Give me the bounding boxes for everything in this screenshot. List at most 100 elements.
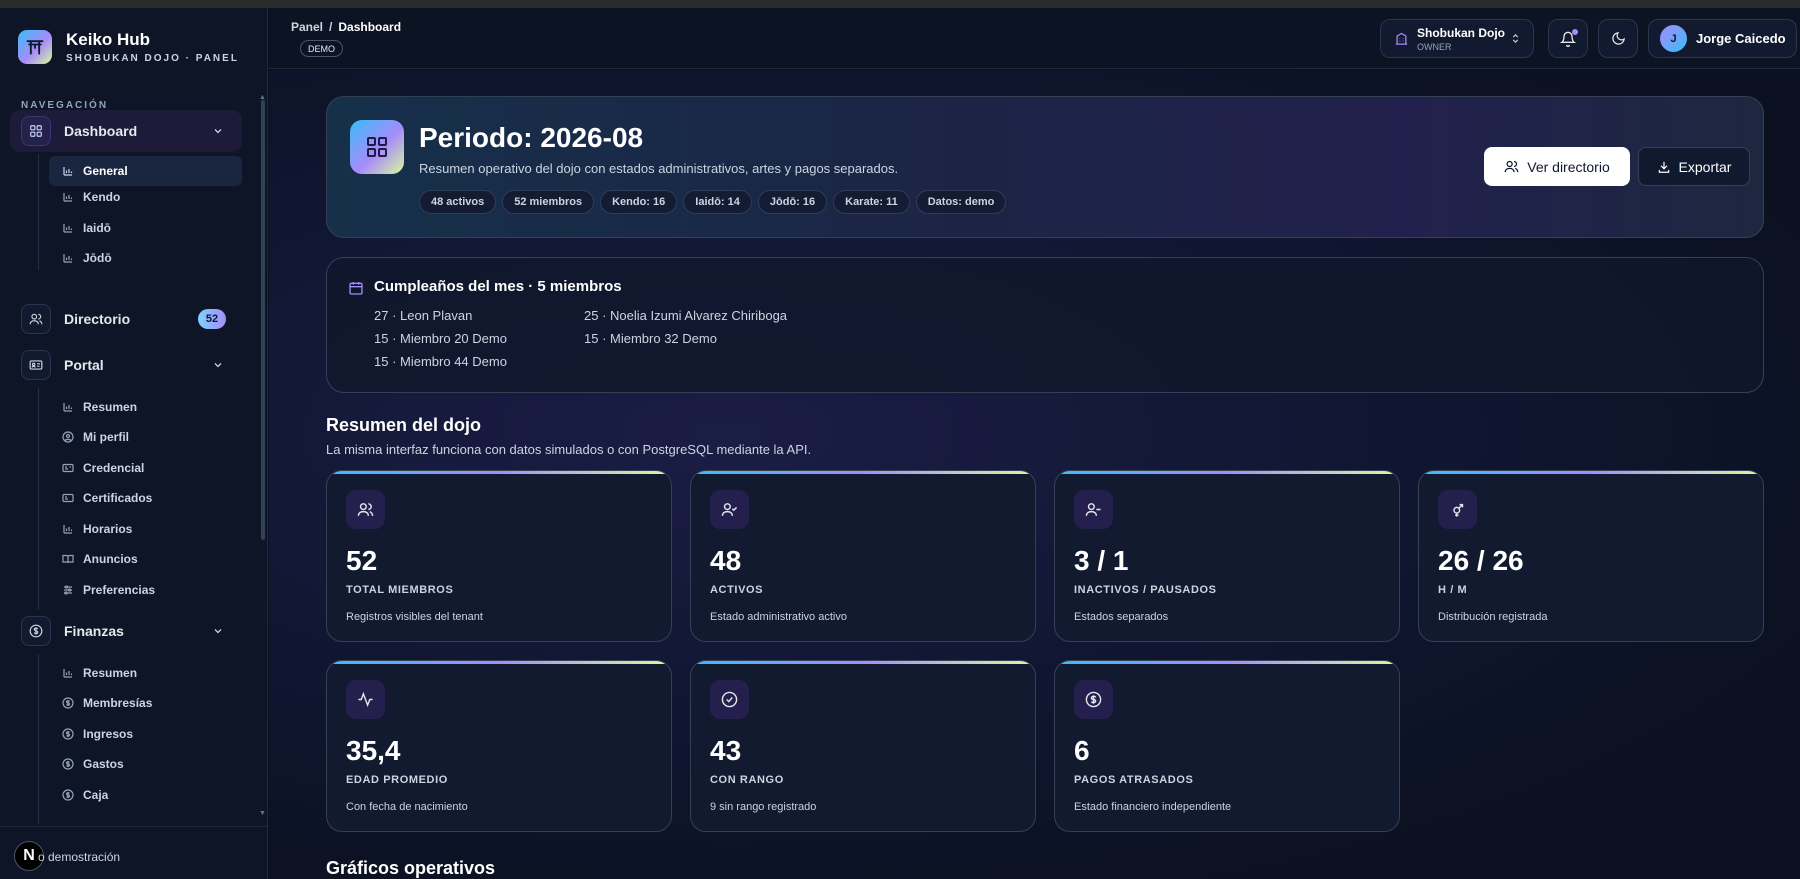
sidebar-scrollbar-thumb[interactable] — [261, 100, 265, 540]
brand[interactable]: Keiko Hub SHOBUKAN DOJO · PANEL — [18, 30, 239, 64]
chip-kendo: Kendo: 16 — [600, 190, 678, 214]
sidebar: Keiko Hub SHOBUKAN DOJO · PANEL NAVEGACI… — [0, 8, 268, 879]
view-directory-label: Ver directorio — [1527, 158, 1610, 175]
sidebar-item-caja[interactable]: Caja — [49, 780, 242, 810]
birthdays-title: Cumpleaños del mes · 5 miembros — [374, 278, 622, 295]
nav-group-label: Dashboard — [64, 123, 138, 139]
bar-chart-icon — [61, 667, 74, 680]
chevron-down-icon — [212, 125, 224, 137]
sidebar-item-membresias[interactable]: Membresías — [49, 688, 242, 718]
stat-value: 3 / 1 — [1074, 545, 1129, 576]
birthday-entry: 25 · Noelia Izumi Alvarez Chiriboga — [584, 308, 788, 323]
dollar-circle-icon — [61, 758, 74, 771]
breadcrumb-root[interactable]: Panel — [291, 20, 323, 34]
stat-value: 48 — [710, 545, 742, 576]
sidebar-item-label: Credencial — [83, 461, 145, 475]
stat-card-edad-promedio: 35,4 EDAD PROMEDIO Con fecha de nacimien… — [326, 660, 672, 832]
stat-value: 52 — [346, 545, 378, 576]
chip-iaido: Iaidō: 14 — [683, 190, 752, 214]
birthday-entry: 27 · Leon Plavan — [374, 308, 473, 323]
sidebar-item-jodo[interactable]: Jōdō — [49, 243, 242, 273]
stat-chips: 48 activos 52 miembros Kendo: 16 Iaidō: … — [419, 190, 1007, 214]
nav-group-dashboard[interactable]: Dashboard — [10, 110, 242, 152]
sidebar-item-finanzas-resumen[interactable]: Resumen — [49, 658, 242, 688]
user-circle-icon — [61, 431, 74, 444]
card-accent-bar — [327, 661, 671, 664]
sidebar-item-label: Ingresos — [83, 727, 134, 741]
sidebar-item-iaido[interactable]: Iaidō — [49, 213, 242, 243]
main-content: Periodo: 2026-08 Resumen operativo del d… — [269, 70, 1800, 879]
chevron-down-icon — [212, 625, 224, 637]
stat-label: CON RANGO — [710, 774, 784, 786]
stat-value: 6 — [1074, 735, 1090, 766]
bar-chart-icon — [61, 165, 74, 178]
bar-chart-icon — [61, 523, 74, 536]
stat-label: EDAD PROMEDIO — [346, 774, 448, 786]
theme-toggle-button[interactable] — [1598, 19, 1638, 58]
brand-subtitle: SHOBUKAN DOJO · PANEL — [66, 53, 239, 64]
sidebar-item-mi-perfil[interactable]: Mi perfil — [49, 422, 242, 452]
chip-miembros: 52 miembros — [502, 190, 595, 214]
top-header: Panel / Dashboard DEMO Shobukan Dojo OWNER… — [269, 8, 1800, 69]
sidebar-item-label: Jōdō — [83, 251, 112, 265]
torii-logo-icon — [18, 30, 52, 64]
sidebar-item-certificados[interactable]: Certificados — [49, 483, 242, 513]
page-subtitle: Resumen operativo del dojo con estados a… — [419, 161, 899, 176]
bar-chart-icon — [61, 252, 74, 265]
stat-label: ACTIVOS — [710, 584, 764, 596]
users-icon — [1504, 160, 1519, 173]
stat-card-genero: 26 / 26 H / M Distribución registrada — [1418, 470, 1764, 642]
brand-name: Keiko Hub — [66, 30, 151, 49]
scroll-down-arrow[interactable]: ▼ — [259, 810, 266, 817]
chip-datos: Datos: demo — [915, 190, 1007, 214]
sidebar-item-label: Caja — [83, 788, 109, 802]
sidebar-item-kendo[interactable]: Kendo — [49, 182, 242, 212]
stat-value: 26 / 26 — [1438, 545, 1524, 576]
stat-label: PAGOS ATRASADOS — [1074, 774, 1194, 786]
stat-note: 9 sin rango registrado — [710, 801, 817, 813]
sidebar-item-anuncios[interactable]: Anuncios — [49, 544, 242, 574]
notification-dot — [1572, 28, 1578, 35]
card-accent-bar — [1419, 471, 1763, 474]
users-icon — [21, 304, 51, 334]
breadcrumb-current: Dashboard — [338, 20, 402, 34]
nav-group-portal[interactable]: Portal — [10, 344, 242, 386]
tenant-switcher[interactable]: Shobukan Dojo OWNER — [1380, 19, 1534, 58]
sidebar-item-credencial[interactable]: Credencial — [49, 453, 242, 483]
sidebar-item-gastos[interactable]: Gastos — [49, 749, 242, 779]
sidebar-item-portal-resumen[interactable]: Resumen — [49, 392, 242, 422]
user-menu-button[interactable]: J Jorge Caicedo — [1648, 19, 1797, 58]
stat-card-total-miembros: 52 TOTAL MIEMBROS Registros visibles del… — [326, 470, 672, 642]
stat-note: Registros visibles del tenant — [346, 611, 483, 623]
notifications-button[interactable] — [1548, 19, 1588, 58]
certificate-icon — [61, 492, 74, 505]
card-accent-bar — [691, 471, 1035, 474]
id-card-icon — [21, 350, 51, 380]
nav-group-finanzas[interactable]: Finanzas — [10, 610, 242, 652]
view-directory-button[interactable]: Ver directorio — [1484, 147, 1630, 186]
sidebar-item-preferencias[interactable]: Preferencias — [49, 575, 242, 605]
stat-note: Distribución registrada — [1438, 611, 1548, 623]
charts-section-title: Gráficos operativos — [326, 858, 496, 878]
calendar-icon — [348, 280, 364, 301]
user-check-icon — [710, 490, 749, 529]
sidebar-item-ingresos[interactable]: Ingresos — [49, 719, 242, 749]
sliders-icon — [61, 584, 74, 597]
submenu-line — [38, 388, 39, 610]
stat-card-activos: 48 ACTIVOS Estado administrativo activo — [690, 470, 1036, 642]
stat-card-pagos-atrasados: 6 PAGOS ATRASADOS Estado financiero inde… — [1054, 660, 1400, 832]
stat-note: Estados separados — [1074, 611, 1169, 623]
chevron-up-down-icon — [1510, 33, 1521, 44]
sidebar-item-label: Membresías — [83, 696, 153, 710]
sidebar-item-horarios[interactable]: Horarios — [49, 514, 242, 544]
sidebar-item-label: Mi perfil — [83, 430, 130, 444]
export-button[interactable]: Exportar — [1638, 147, 1750, 186]
birthdays-card: Cumpleaños del mes · 5 miembros 27 · Leo… — [326, 257, 1764, 393]
stat-label: H / M — [1438, 584, 1468, 596]
nav-group-directorio[interactable]: Directorio 52 — [10, 298, 242, 340]
building-icon — [1394, 31, 1409, 46]
birthday-entry: 15 · Miembro 44 Demo — [374, 354, 507, 369]
submenu-line — [38, 154, 39, 270]
bell-icon — [1560, 28, 1578, 47]
card-accent-bar — [327, 471, 671, 474]
